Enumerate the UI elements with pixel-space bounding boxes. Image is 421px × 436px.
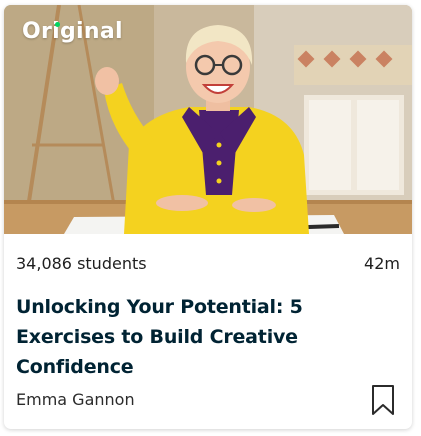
class-duration: 42m [364,253,400,273]
bookmark-icon [372,385,394,415]
teacher-name[interactable]: Emma Gannon [16,390,135,409]
save-class-button[interactable] [370,383,396,417]
class-thumbnail[interactable]: Original [4,5,412,234]
class-title[interactable]: Unlocking Your Potential: 5 Exercises to… [16,292,401,382]
student-count: 34,086 students [16,253,147,273]
class-meta-row: 34,086 students 42m [16,252,400,274]
original-badge: Original [22,19,123,44]
badge-accent-dot [55,22,60,27]
class-card[interactable]: Original 34,086 students 42m Unlocking Y… [4,5,412,429]
